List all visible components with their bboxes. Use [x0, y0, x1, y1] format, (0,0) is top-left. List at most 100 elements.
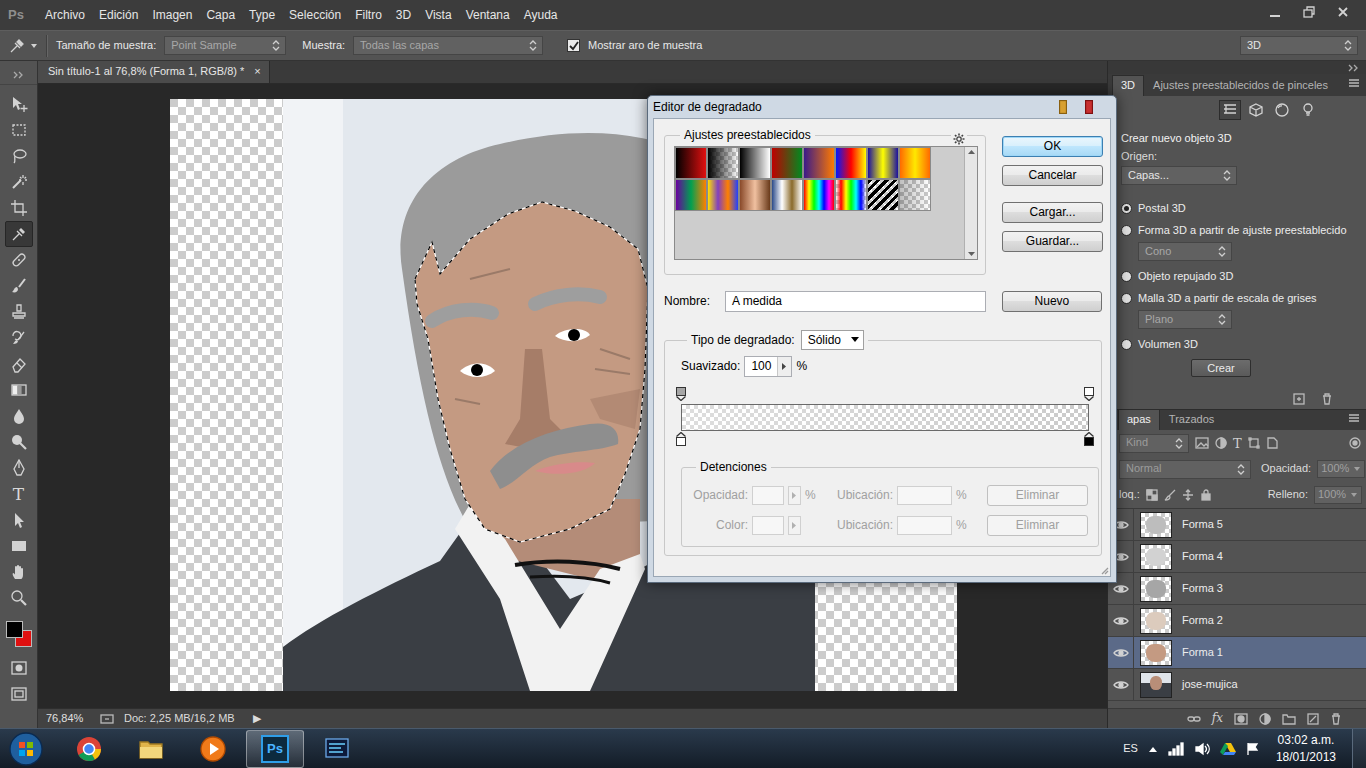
panel-menu[interactable]	[1348, 78, 1366, 91]
status-menu-arrow[interactable]: ▶	[253, 712, 261, 725]
document-close-button[interactable]: ×	[254, 65, 260, 78]
foreground-color-swatch[interactable]	[6, 621, 23, 638]
panel-tab[interactable]: Ajustes preestablecidos de pinceles	[1144, 75, 1337, 96]
tool-button[interactable]	[5, 273, 33, 299]
layer-row[interactable]: Forma 4	[1108, 541, 1366, 573]
layer-row[interactable]: Forma 3	[1108, 573, 1366, 605]
new-item-icon[interactable]	[1292, 392, 1306, 406]
trash-icon[interactable]	[1320, 392, 1334, 406]
tool-button[interactable]	[5, 403, 33, 429]
show-ring-checkbox[interactable]	[567, 39, 580, 52]
menu-item[interactable]: Vista	[418, 8, 458, 22]
menu-item[interactable]: Edición	[92, 8, 145, 22]
tool-button[interactable]	[5, 533, 33, 559]
layer-row[interactable]: jose-mujica	[1108, 669, 1366, 701]
close-button[interactable]	[1328, 2, 1358, 22]
gradient-preset[interactable]	[675, 147, 707, 179]
drive-sync-icon[interactable]	[1220, 742, 1236, 756]
dialog-button[interactable]: OK	[1002, 136, 1103, 157]
radio-button[interactable]	[1121, 293, 1132, 304]
3d-option[interactable]: Forma 3D a partir de ajuste preestableci…	[1121, 219, 1356, 241]
opacity-stop[interactable]	[676, 387, 686, 401]
color-stop[interactable]	[1084, 432, 1094, 446]
radio-button[interactable]	[1121, 203, 1132, 214]
scroll-up-icon[interactable]	[968, 149, 975, 154]
tool-button[interactable]	[5, 507, 33, 533]
document-tab[interactable]: Sin título-1 al 76,8% (Forma 1, RGB/8) *…	[38, 61, 270, 83]
lock-position-icon[interactable]	[1182, 489, 1194, 501]
source-select[interactable]: Capas...	[1121, 166, 1237, 185]
radio-button[interactable]	[1121, 271, 1132, 282]
tool-preset-picker[interactable]	[8, 37, 38, 55]
collapse-arrows-icon[interactable]	[1348, 64, 1360, 72]
collapse-arrows-icon[interactable]	[13, 71, 25, 79]
3d-option[interactable]: Volumen 3D	[1121, 333, 1356, 355]
3d-view-button[interactable]	[1271, 100, 1293, 120]
dialog-button[interactable]: Cancelar	[1002, 165, 1103, 186]
tool-button[interactable]	[5, 143, 33, 169]
menu-item[interactable]: Filtro	[348, 8, 389, 22]
layer-row[interactable]: Forma 1	[1108, 637, 1366, 669]
resize-grip-icon[interactable]	[1099, 565, 1109, 575]
visibility-toggle[interactable]	[1108, 637, 1134, 668]
tool-button[interactable]	[5, 455, 33, 481]
minimize-button[interactable]	[1260, 2, 1290, 22]
export-icon[interactable]	[100, 713, 114, 725]
panel-tab[interactable]: Trazados	[1160, 409, 1223, 430]
visibility-toggle[interactable]	[1108, 669, 1134, 700]
gradient-type-select[interactable]: Sólido	[801, 330, 864, 350]
start-button[interactable]	[4, 729, 48, 768]
3d-option[interactable]: Malla 3D a partir de escala de grises	[1121, 287, 1356, 309]
tool-button[interactable]	[5, 299, 33, 325]
taskbar-app-button[interactable]	[60, 730, 118, 768]
taskbar-app-button[interactable]	[122, 730, 180, 768]
zoom-level[interactable]: 76,84%	[46, 712, 90, 725]
shape-filter-icon[interactable]	[1248, 437, 1260, 449]
gradient-preset[interactable]	[707, 179, 739, 211]
folder-icon[interactable]	[1282, 713, 1296, 725]
tool-button[interactable]	[5, 559, 33, 585]
gradient-bar[interactable]	[681, 404, 1089, 431]
gradient-preset[interactable]	[739, 147, 771, 179]
lock-all-icon[interactable]	[1200, 489, 1212, 501]
panel-tab[interactable]: 3D	[1112, 75, 1144, 96]
layer-row[interactable]: Forma 2	[1108, 605, 1366, 637]
gradient-preset[interactable]	[867, 179, 899, 211]
dialog-button[interactable]: Guardar...	[1002, 231, 1103, 252]
restore-button[interactable]	[1294, 2, 1324, 22]
clock[interactable]: 03:02 a.m.18/01/2013	[1270, 732, 1342, 764]
tool-button[interactable]	[5, 585, 33, 611]
smoothness-slider-button[interactable]	[777, 357, 791, 376]
tool-button[interactable]	[5, 169, 33, 195]
menu-item[interactable]: Capa	[199, 8, 242, 22]
3d-option[interactable]: Postal 3D	[1121, 197, 1356, 219]
menu-item[interactable]: Archivo	[38, 8, 92, 22]
scroll-down-icon[interactable]	[968, 252, 975, 257]
gradient-preset[interactable]	[803, 179, 835, 211]
lock-pixels-icon[interactable]	[1164, 489, 1176, 501]
create-button[interactable]: Crear	[1191, 359, 1251, 377]
menu-item[interactable]: Type	[242, 8, 282, 22]
tool-button[interactable]	[5, 91, 33, 117]
show-hidden-icons-icon[interactable]	[1148, 745, 1158, 753]
tool-button[interactable]	[5, 655, 33, 681]
tool-button[interactable]	[5, 429, 33, 455]
tool-button[interactable]	[5, 681, 33, 707]
new-button[interactable]: Nuevo	[1002, 291, 1102, 312]
gradient-preset[interactable]	[835, 179, 867, 211]
lock-transparency-icon[interactable]	[1146, 489, 1158, 501]
menu-item[interactable]: Ayuda	[517, 8, 565, 22]
3d-view-button[interactable]	[1297, 100, 1319, 120]
layer-style-button[interactable]: fx	[1212, 711, 1223, 725]
type-filter-glyph[interactable]: T	[1233, 437, 1242, 450]
tool-button[interactable]	[5, 325, 33, 351]
gradient-preset[interactable]	[771, 179, 803, 211]
menu-item[interactable]: Selección	[282, 8, 348, 22]
menu-item[interactable]: 3D	[389, 8, 418, 22]
tool-button[interactable]	[5, 221, 33, 247]
tool-button[interactable]	[5, 247, 33, 273]
3d-option[interactable]: Objeto repujado 3D	[1121, 265, 1356, 287]
language-indicator[interactable]: ES	[1123, 742, 1138, 755]
smoothness-input[interactable]: 100	[744, 356, 792, 377]
gradient-preset[interactable]	[899, 179, 931, 211]
